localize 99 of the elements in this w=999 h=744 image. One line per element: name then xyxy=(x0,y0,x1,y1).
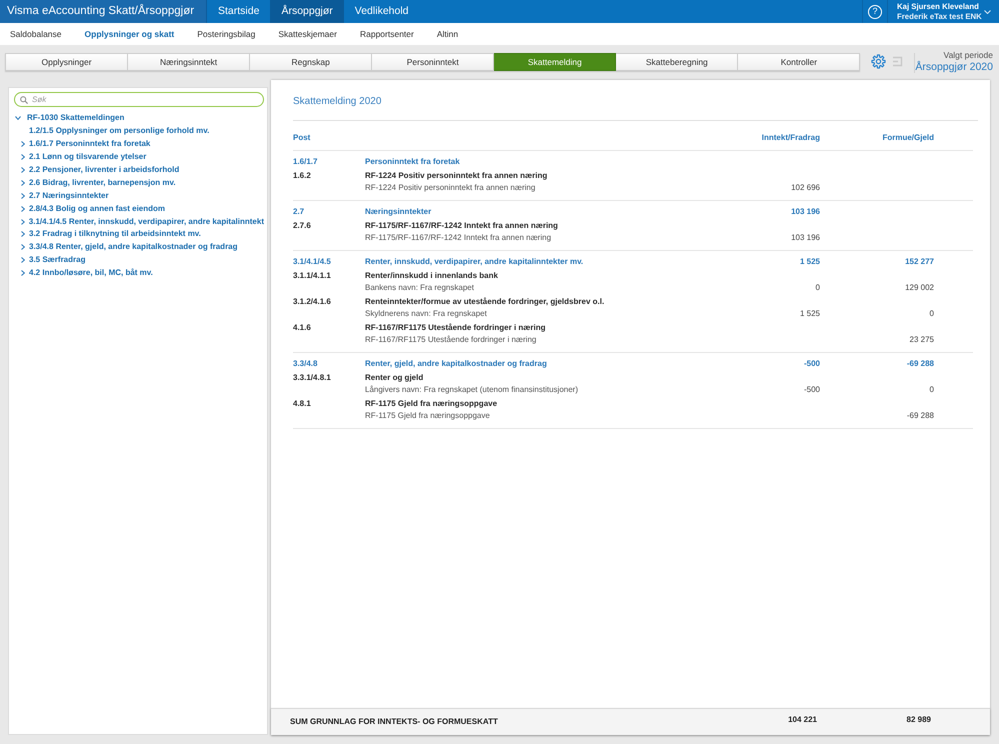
chevron-right-icon[interactable] xyxy=(21,244,25,250)
item-description: RF-1224 Positiv personinntekt fra annen næring xyxy=(365,182,536,194)
tree-item[interactable]: 1.6/1.7 Personinntekt fra foretak xyxy=(29,139,150,150)
item-amount: 0 xyxy=(930,308,934,320)
summary-label: SUM GRUNNLAG FOR INNTEKTS- OG FORMUESKATT xyxy=(290,716,498,728)
item-amount: 103 196 xyxy=(791,232,820,244)
section-amount: 152 277 xyxy=(905,256,934,268)
column-header: Formue/Gjeld xyxy=(882,132,934,144)
chevron-right-icon[interactable] xyxy=(21,167,25,173)
section-amount: -500 xyxy=(804,358,820,370)
tree-item[interactable]: 3.3/4.8 Renter, gjeld, andre kapitalkostnader og fradrag xyxy=(29,242,238,252)
help-button[interactable]: ? xyxy=(868,4,882,18)
nav-link[interactable]: Vedlikehold xyxy=(344,0,420,23)
item-amount: 0 xyxy=(930,384,934,396)
search-icon xyxy=(20,96,28,104)
chevron-right-icon[interactable] xyxy=(21,218,25,225)
chevron-right-icon[interactable] xyxy=(21,180,25,186)
item-code: 4.1.6 xyxy=(293,322,311,334)
summary-amount: 104 221 xyxy=(788,714,817,726)
nav-link[interactable]: Saldobalanse xyxy=(10,28,62,40)
nav-link[interactable]: Årsoppgjør xyxy=(270,0,344,23)
item-amount: 23 275 xyxy=(910,334,934,346)
tab[interactable]: Næringsinntekt xyxy=(128,53,250,71)
tree-item[interactable]: 4.2 Innbo/løsøre, bil, MC, båt mv. xyxy=(29,268,153,278)
item-code: 3.1.2/4.1.6 xyxy=(293,296,331,308)
chevron-right-icon[interactable] xyxy=(21,231,25,238)
item-description: RF-1167/RF1175 Utestående fordringer i næring xyxy=(365,334,536,346)
section-amount: 1 525 xyxy=(800,256,820,268)
app-title: Visma eAccounting Skatt/Årsoppgjør xyxy=(0,0,207,23)
period-selector[interactable]: Årsoppgjør 2020 xyxy=(915,61,993,74)
section-title: Renter, innskudd, verdipapirer, andre kapitalinntekter mv. xyxy=(365,256,584,268)
item-description: Skyldnerens navn: Fra regnskapet xyxy=(365,308,487,320)
item-description: RF-1175 Gjeld fra næringsoppgave xyxy=(365,410,490,422)
item-title: RF-1175/RF-1167/RF-1242 Inntekt fra annen næring xyxy=(365,220,558,232)
item-title: Renteinntekter/formue av utestående fordringer, gjeldsbrev o.l. xyxy=(365,296,604,308)
tree-item[interactable]: 2.7 Næringsinntekter xyxy=(29,190,109,201)
section-title: Næringsinntekter xyxy=(365,206,432,218)
chevron-right-icon[interactable] xyxy=(21,270,25,276)
nav-link[interactable]: Opplysninger og skatt xyxy=(84,28,174,40)
item-amount: -500 xyxy=(804,384,820,396)
tree-item[interactable]: 2.1 Lønn og tilsvarende ytelser xyxy=(29,152,146,162)
nav-link[interactable]: Skatteskjemaer xyxy=(278,28,337,40)
section-title: Renter, gjeld, andre kapitalkostnader og fradrag xyxy=(365,358,547,370)
search-field[interactable]: Søk xyxy=(14,92,264,107)
nav-link[interactable]: Altinn xyxy=(436,28,458,40)
tree-item[interactable]: 2.2 Pensjoner, livrenter i arbeidsforhold xyxy=(29,165,180,175)
section-code: 1.6/1.7 xyxy=(293,156,318,168)
column-header: Inntekt/Fradrag xyxy=(762,132,820,144)
item-code: 2.7.6 xyxy=(293,220,311,232)
chevron-right-icon[interactable] xyxy=(21,154,25,160)
item-description: Bankens navn: Fra regnskapet xyxy=(365,282,474,294)
tab[interactable]: Regnskap xyxy=(250,53,372,71)
item-description: Långivers navn: Fra regnskapet (utenom finansinstitusjoner) xyxy=(365,384,578,396)
item-title: RF-1167/RF1175 Utestående fordringer i næring xyxy=(365,322,546,334)
item-code: 3.1.1/4.1.1 xyxy=(293,270,331,282)
item-amount: 129 002 xyxy=(905,282,934,294)
tree-item[interactable]: 2.6 Bidrag, livrenter, barnepensjon mv. xyxy=(29,178,176,188)
item-description: RF-1175/RF-1167/RF-1242 Inntekt fra annen næring xyxy=(365,232,552,244)
chevron-right-icon[interactable] xyxy=(21,141,25,148)
column-header: Post xyxy=(293,132,310,144)
section-code: 3.3/4.8 xyxy=(293,358,318,370)
section-amount: -69 288 xyxy=(906,358,934,370)
settings-icon[interactable] xyxy=(871,54,886,69)
item-amount: 0 xyxy=(816,282,820,294)
section-code: 3.1/4.1/4.5 xyxy=(293,256,331,268)
item-code: 4.8.1 xyxy=(293,398,311,410)
tree-item[interactable]: 2.8/4.3 Bolig og annen fast eiendom xyxy=(29,204,166,214)
tree-item[interactable]: 3.2 Fradrag i tilknytning til arbeidsinntekt mv. xyxy=(29,229,201,240)
section-amount: 103 196 xyxy=(791,206,820,218)
item-amount: 102 696 xyxy=(791,182,820,194)
chevron-right-icon[interactable] xyxy=(21,192,25,199)
nav-link[interactable]: Startside xyxy=(207,0,270,23)
nav-link[interactable]: Rapportsenter xyxy=(360,28,414,40)
item-code: 3.3.1/4.8.1 xyxy=(293,372,331,384)
item-title: RF-1175 Gjeld fra næringsoppgave xyxy=(365,398,498,410)
tab[interactable]: Kontroller xyxy=(738,53,860,71)
tree-item[interactable]: 3.5 Særfradrag xyxy=(29,255,86,266)
section-code: 2.7 xyxy=(293,206,304,218)
nav-link[interactable]: Posteringsbilag xyxy=(197,28,256,40)
tree-item[interactable]: 1.2/1.5 Opplysninger om personlige forhold mv. xyxy=(29,126,210,136)
chevron-down-icon[interactable] xyxy=(15,116,21,120)
item-amount: 1 525 xyxy=(800,308,820,320)
tab[interactable]: Opplysninger xyxy=(5,53,128,71)
period-label: Valgt periode xyxy=(942,50,993,60)
item-title: Renter/innskudd i innenlands bank xyxy=(365,270,498,282)
item-title: Renter og gjeld xyxy=(365,372,424,384)
chevron-right-icon[interactable] xyxy=(21,257,25,264)
tree-item[interactable]: RF-1030 Skattemeldingen xyxy=(27,113,124,124)
tab[interactable]: Skatteberegning xyxy=(616,53,738,71)
tab[interactable]: Skattemelding xyxy=(494,53,616,71)
summary-amount: 82 989 xyxy=(906,714,931,726)
item-title: RF-1224 Positiv personinntekt fra annen næring xyxy=(365,170,548,182)
item-code: 1.6.2 xyxy=(293,170,311,182)
tree-item[interactable]: 3.1/4.1/4.5 Renter, innskudd, verdipapirer, andre kapitalinntekt xyxy=(28,216,264,227)
section-title: Personinntekt fra foretak xyxy=(365,156,460,168)
report-title: Skattemelding 2020 xyxy=(293,95,382,109)
chevron-right-icon[interactable] xyxy=(21,206,25,212)
item-amount: -69 288 xyxy=(906,410,934,422)
tab[interactable]: Personinntekt xyxy=(372,53,494,71)
